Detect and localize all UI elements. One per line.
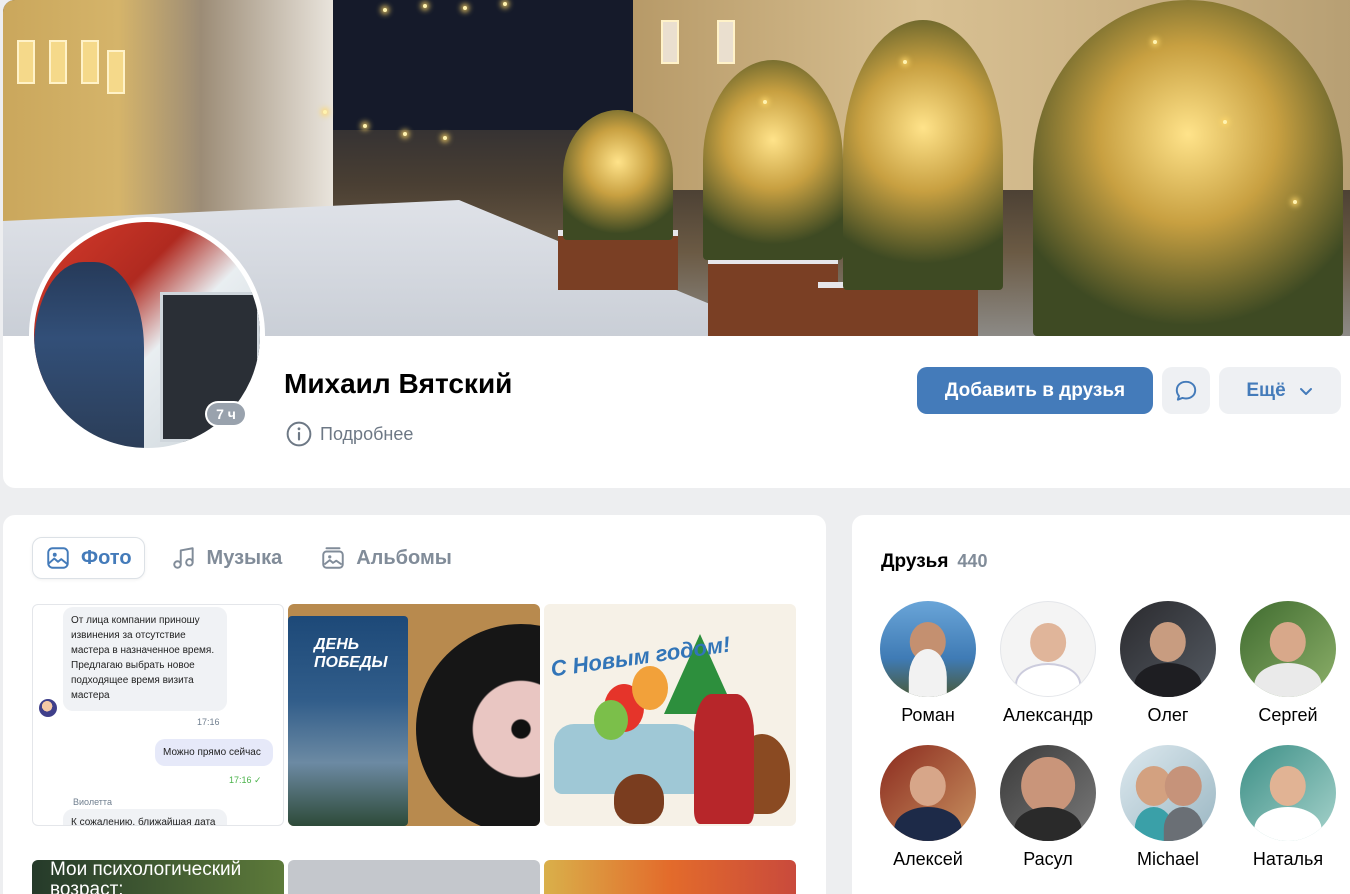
friend-avatar (1240, 601, 1336, 697)
friend-name: Александр (1002, 705, 1094, 725)
friend-name: Олег (1147, 705, 1189, 725)
friend-item[interactable]: Сергей (1228, 601, 1348, 726)
booklet-title: ДЕНЬ ПОБЕДЫ (314, 636, 388, 671)
tab-albums-label: Альбомы (356, 546, 452, 569)
friend-avatar (1240, 745, 1336, 841)
friend-name: Роман (901, 705, 955, 725)
profile-card: 7 ч Михаил Вятский Подробнее Добавить в … (3, 0, 1350, 488)
avatar-person (34, 262, 144, 448)
postcard-balloon (632, 666, 668, 710)
friend-avatar (1120, 745, 1216, 841)
chat-message: К сожалению, ближайшая дата 10.01. 15:30… (63, 809, 227, 825)
music-note-icon (172, 547, 194, 569)
more-label: Ещё (1246, 379, 1286, 401)
friends-count: 440 (957, 551, 988, 571)
tab-music[interactable]: Музыка (159, 537, 295, 579)
friend-item[interactable]: Наталья (1228, 745, 1348, 870)
friend-avatar (1000, 745, 1096, 841)
cover-building-left (3, 0, 333, 230)
friend-item[interactable]: Александр (988, 601, 1108, 726)
details-link[interactable]: Подробнее (286, 421, 413, 447)
message-bubble-icon (1175, 380, 1197, 401)
media-tabs: Фото Музыка Альбомы (32, 537, 464, 579)
photo-icon (47, 547, 69, 569)
postcard-squirrel (614, 774, 664, 824)
info-icon (286, 421, 312, 447)
friend-avatar (1000, 601, 1096, 697)
friend-name: Алексей (893, 849, 963, 869)
add-friend-button[interactable]: Добавить в друзья (917, 367, 1153, 414)
tab-music-label: Музыка (206, 546, 283, 569)
friend-item[interactable]: Роман (868, 601, 988, 726)
friend-name: Расул (1023, 849, 1073, 869)
last-seen-badge: 7 ч (205, 401, 247, 427)
postcard-santa (694, 694, 754, 824)
friend-avatar (1120, 601, 1216, 697)
chevron-down-icon (1299, 387, 1312, 395)
photo-tile[interactable] (544, 860, 796, 894)
friend-name: Сергей (1258, 705, 1318, 725)
profile-name: Михаил Вятский (284, 368, 513, 399)
photo-tile-text: Мои психологический возраст: (50, 860, 242, 894)
last-seen-text: 7 ч (207, 403, 245, 425)
photo-tile[interactable] (288, 860, 540, 894)
details-label: Подробнее (320, 423, 414, 444)
tab-photo-label: Фото (81, 546, 132, 569)
tab-albums[interactable]: Альбомы (308, 537, 464, 579)
friend-item[interactable]: Расул (988, 745, 1108, 870)
vinyl-record (416, 624, 540, 826)
cover-sky (333, 0, 633, 130)
friend-name: Наталья (1252, 849, 1324, 869)
friends-card: Друзья 440 Роман Александр Олег Сергей А… (852, 515, 1350, 894)
friend-avatar (880, 745, 976, 841)
more-button[interactable]: Ещё (1219, 367, 1341, 414)
photo-tile-postcard[interactable]: С Новым годом! (544, 604, 796, 826)
photo-tile-chat[interactable]: От лица компании приношу извинения за от… (32, 604, 284, 826)
photo-tile-vinyl[interactable]: ДЕНЬ ПОБЕДЫ (288, 604, 540, 826)
chat-avatar-icon (39, 699, 57, 717)
photo-tile-psychology[interactable]: Мои психологический возраст: (32, 860, 284, 894)
chat-message-time: 17:16 (197, 717, 220, 727)
friends-header[interactable]: Друзья 440 (881, 551, 987, 573)
friend-item[interactable]: Michael (1108, 745, 1228, 870)
albums-icon (322, 547, 344, 569)
chat-sender-name: Виолетта (73, 797, 112, 807)
message-button[interactable] (1162, 367, 1210, 414)
chat-message-own: Можно прямо сейчас (155, 739, 273, 766)
media-card: Фото Музыка Альбомы От лица компании при… (3, 515, 826, 894)
chat-message: От лица компании приношу извинения за от… (63, 607, 227, 711)
friend-avatar (880, 601, 976, 697)
postcard-balloon (594, 700, 628, 740)
friend-item[interactable]: Алексей (868, 745, 988, 870)
friend-item[interactable]: Олег (1108, 601, 1228, 726)
friend-name: Michael (1136, 849, 1200, 869)
chat-message-own-time: 17:16 ✓ (229, 775, 262, 785)
tab-photo[interactable]: Фото (32, 537, 145, 579)
friends-title: Друзья (881, 551, 949, 572)
